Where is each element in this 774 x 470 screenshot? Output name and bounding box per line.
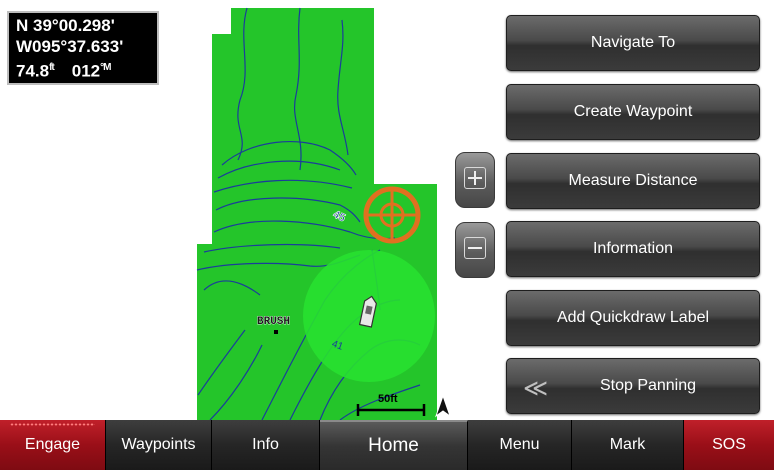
button-label: Add Quickdraw Label (556, 309, 710, 326)
tab-label: Home (368, 435, 419, 456)
information-button[interactable]: Information (506, 221, 760, 277)
tab-sos[interactable]: SOS (684, 420, 774, 470)
depth-unit: ft (49, 62, 55, 73)
brush-marker (274, 330, 278, 334)
tab-label: Menu (499, 436, 540, 453)
button-label: Create Waypoint (573, 103, 693, 120)
add-quickdraw-label-button[interactable]: Add Quickdraw Label (506, 290, 760, 346)
tab-label: SOS (712, 436, 746, 453)
heading-value: 012 (71, 61, 101, 81)
zoom-in-button[interactable] (455, 152, 495, 208)
stop-panning-button[interactable]: ≪ Stop Panning (506, 358, 760, 414)
create-waypoint-button[interactable]: Create Waypoint (506, 84, 760, 140)
minus-icon (464, 237, 486, 259)
north-arrow-icon (435, 394, 451, 418)
tab-label: Waypoints (121, 436, 196, 453)
heading-unit: °M (100, 62, 111, 73)
button-label: Measure Distance (568, 172, 698, 189)
tab-engage[interactable]: Engage (0, 420, 106, 470)
tab-menu[interactable]: Menu (468, 420, 572, 470)
plus-icon (464, 167, 486, 189)
tab-info[interactable]: Info (212, 420, 320, 470)
tab-label: Mark (609, 436, 646, 453)
position-readout: N 39°00.298' W095°37.633' 74.8ft 012°M (7, 11, 159, 85)
indicator-dots (10, 423, 95, 426)
tab-label: Info (252, 436, 279, 453)
longitude: W095°37.633' (16, 37, 124, 56)
crosshair-cursor-icon (363, 186, 421, 244)
latitude: N 39°00.298' (16, 16, 115, 35)
zoom-out-button[interactable] (455, 222, 495, 278)
tab-mark[interactable]: Mark (572, 420, 684, 470)
button-label: Stop Panning (599, 377, 697, 394)
measure-distance-button[interactable]: Measure Distance (506, 153, 760, 209)
scale-label: 50ft (378, 393, 398, 405)
heading-readout: 012°M (71, 57, 112, 82)
navigate-to-button[interactable]: Navigate To (506, 15, 760, 71)
brush-label: BRUSH (257, 316, 290, 328)
bottom-tab-bar: Engage Waypoints Info Home Menu Mark SOS (0, 420, 774, 470)
tab-home[interactable]: Home (320, 420, 468, 470)
tab-label: Engage (24, 436, 81, 453)
button-label: Navigate To (590, 34, 676, 51)
button-label: Information (592, 240, 674, 257)
depth-value: 74.8 (16, 61, 50, 81)
depth-readout: 74.8ft (16, 57, 55, 82)
tab-waypoints[interactable]: Waypoints (106, 420, 212, 470)
double-chevron-left-icon: ≪ (523, 375, 549, 402)
